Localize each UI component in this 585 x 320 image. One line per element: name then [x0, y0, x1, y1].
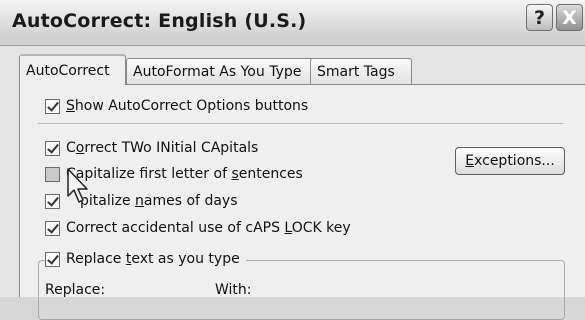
checkbox-label: Correct accidental use of cAPS LOCK key: [66, 220, 351, 236]
checkbox-box[interactable]: [45, 140, 60, 156]
checkbox-label: pitalize names of days: [80, 193, 238, 209]
checkbox-label: Capitalize first letter of sentences: [66, 166, 303, 182]
help-button[interactable]: ?: [526, 4, 553, 31]
caps-lock-checkbox[interactable]: Correct accidental use of cAPS LOCK key: [45, 217, 351, 239]
checkbox-box[interactable]: [45, 166, 60, 182]
replace-label: Replace:: [45, 282, 106, 298]
close-button[interactable]: X: [556, 4, 583, 31]
checkbox-label: Show AutoCorrect Options buttons: [66, 98, 309, 114]
checkbox-box[interactable]: [45, 251, 60, 267]
checkbox-box[interactable]: [45, 220, 60, 236]
tab-smart-tags[interactable]: Smart Tags: [310, 58, 412, 84]
checkbox-label: Replace text as you type: [66, 251, 240, 267]
with-label: With:: [215, 282, 252, 298]
checkbox-box[interactable]: [45, 98, 60, 114]
mouse-pointer-icon: [67, 168, 88, 203]
autocorrect-dialog: AutoCorrect: English (U.S.) ? X AutoCorr…: [0, 0, 585, 320]
two-initial-caps-checkbox[interactable]: Correct TWo INitial CApitals: [45, 137, 258, 159]
replace-text-checkbox[interactable]: Replace text as you type: [45, 248, 246, 270]
dialog-title: AutoCorrect: English (U.S.): [12, 10, 307, 32]
exceptions-button[interactable]: Exceptions...: [455, 147, 565, 175]
title-bar: AutoCorrect: English (U.S.) ? X: [0, 0, 585, 46]
checkbox-box[interactable]: [45, 193, 60, 209]
tab-autoformat[interactable]: AutoFormat As You Type: [126, 58, 327, 84]
tab-autocorrect[interactable]: AutoCorrect: [19, 54, 126, 85]
show-options-buttons-checkbox[interactable]: Show AutoCorrect Options buttons: [45, 95, 308, 117]
separator: [38, 123, 563, 124]
checkbox-label: Correct TWo INitial CApitals: [66, 140, 259, 156]
